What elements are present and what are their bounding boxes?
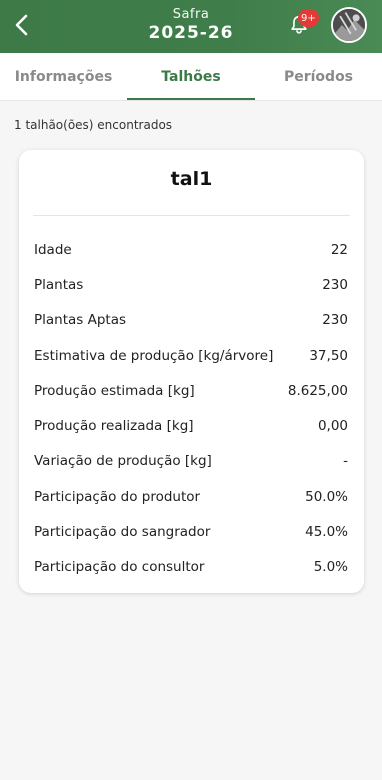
row-value: -	[343, 453, 348, 470]
row-value: 50.0%	[305, 488, 348, 505]
tab-periodos[interactable]: Períodos	[255, 53, 382, 101]
row-participacao-produtor: Participação do produtor 50.0%	[34, 479, 348, 514]
tab-talhoes[interactable]: Talhões	[127, 53, 255, 101]
row-label: Idade	[34, 241, 72, 258]
row-plantas: Plantas 230	[34, 267, 348, 302]
row-participacao-sangrador: Participação do sangrador 45.0%	[34, 514, 348, 549]
row-idade: Idade 22	[34, 232, 348, 267]
row-label: Plantas Aptas	[34, 312, 127, 329]
row-value: 37,50	[309, 347, 348, 364]
card-title: tal1	[170, 168, 213, 190]
row-label: Participação do produtor	[34, 488, 201, 505]
row-producao-estimada: Produção estimada [kg] 8.625,00	[34, 373, 348, 408]
details-list: Idade 22 Plantas 230 Plantas Aptas 230 E…	[34, 232, 348, 585]
active-tab-indicator	[127, 98, 255, 100]
row-label: Participação do sangrador	[34, 524, 211, 541]
app-bar: Safra 2025-26 9+	[0, 0, 382, 53]
avatar-image	[333, 9, 365, 41]
row-label: Produção estimada [kg]	[34, 382, 195, 399]
row-value: 45.0%	[305, 524, 348, 541]
row-plantas-aptas: Plantas Aptas 230	[34, 303, 348, 338]
row-value: 5.0%	[313, 559, 348, 576]
row-label: Participação do consultor	[34, 559, 205, 576]
avatar[interactable]	[331, 7, 367, 43]
row-variacao-producao: Variação de produção [kg] -	[34, 444, 348, 479]
talhao-card[interactable]: tal1 Idade 22 Plantas 230 Plantas Aptas …	[19, 150, 364, 593]
row-label: Estimativa de produção [kg/árvore]	[34, 347, 274, 364]
row-participacao-consultor: Participação do consultor 5.0%	[34, 550, 348, 585]
row-value: 22	[330, 241, 348, 258]
notification-badge: 9+	[298, 9, 319, 27]
results-count: 1 talhão(ões) encontrados	[14, 118, 173, 132]
row-value: 230	[322, 276, 348, 293]
row-producao-realizada: Produção realizada [kg] 0,00	[34, 408, 348, 443]
row-label: Variação de produção [kg]	[34, 453, 212, 470]
tab-informacoes[interactable]: Informações	[0, 53, 127, 101]
row-estimativa-producao: Estimativa de produção [kg/árvore] 37,50	[34, 338, 348, 373]
row-label: Plantas	[34, 276, 84, 293]
row-label: Produção realizada [kg]	[34, 418, 194, 435]
row-value: 230	[322, 312, 348, 329]
page-subtitle: Safra	[172, 7, 210, 22]
row-value: 0,00	[317, 418, 348, 435]
page-title-block: Safra 2025-26	[0, 7, 382, 43]
page-title: 2025-26	[148, 23, 234, 43]
tab-bar: Informações Talhões Períodos	[0, 53, 382, 101]
row-value: 8.625,00	[287, 382, 348, 399]
divider	[33, 215, 350, 216]
